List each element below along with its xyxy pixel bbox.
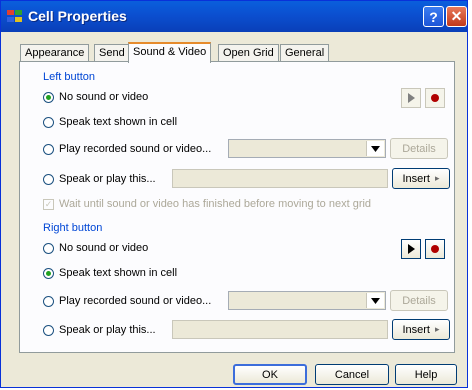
- radio-icon: [43, 143, 54, 155]
- radio-icon: [43, 324, 54, 336]
- arrow-right-icon: ▸: [434, 324, 440, 334]
- right-button-heading: Right button: [43, 222, 103, 234]
- left-radio-speak-play[interactable]: Speak or play this...: [43, 173, 156, 185]
- right-radio-speak-play[interactable]: Speak or play this...: [43, 324, 156, 336]
- close-title-button[interactable]: ✕: [446, 6, 467, 27]
- checkbox-checked-icon: ✓: [43, 198, 54, 210]
- left-radio-no-sound[interactable]: No sound or video: [43, 91, 148, 103]
- radio-icon: [43, 242, 54, 254]
- left-radio-play-recorded[interactable]: Play recorded sound or video...: [43, 143, 211, 155]
- right-details-button[interactable]: Details: [390, 290, 448, 311]
- radio-selected-icon: [43, 267, 54, 279]
- app-grid-icon: [7, 10, 23, 23]
- right-record-button[interactable]: [425, 239, 445, 259]
- tab-sound-video[interactable]: Sound & Video: [128, 42, 212, 63]
- right-play-button[interactable]: [401, 239, 421, 259]
- left-insert-button[interactable]: Insert ▸: [392, 168, 450, 189]
- left-speak-input[interactable]: [172, 169, 388, 188]
- left-button-heading: Left button: [43, 71, 95, 83]
- right-radio-speak-text[interactable]: Speak text shown in cell: [43, 267, 177, 279]
- right-insert-button[interactable]: Insert ▸: [392, 319, 450, 340]
- left-details-button[interactable]: Details: [390, 138, 448, 159]
- title-bar[interactable]: Cell Properties ? ✕: [1, 1, 467, 32]
- right-radio-no-sound[interactable]: No sound or video: [43, 242, 148, 254]
- tab-appearance[interactable]: Appearance: [20, 44, 90, 62]
- play-icon: [407, 93, 415, 103]
- radio-icon: [43, 295, 54, 307]
- play-icon: [407, 244, 415, 254]
- window-title: Cell Properties: [28, 8, 127, 24]
- right-speak-input[interactable]: [172, 320, 388, 339]
- radio-selected-icon: [43, 91, 54, 103]
- record-icon: [431, 245, 439, 253]
- chevron-down-icon[interactable]: [366, 141, 384, 156]
- tab-panel: Left button No sound or video Speak text…: [19, 61, 455, 353]
- left-radio-speak-text[interactable]: Speak text shown in cell: [43, 116, 177, 128]
- radio-icon: [43, 173, 54, 185]
- tab-general[interactable]: General: [280, 44, 330, 62]
- ok-button[interactable]: OK: [233, 364, 307, 385]
- right-radio-play-recorded[interactable]: Play recorded sound or video...: [43, 295, 211, 307]
- question-icon: ?: [429, 8, 438, 25]
- left-play-button[interactable]: [401, 88, 421, 108]
- tab-send[interactable]: Send: [94, 44, 130, 62]
- help-title-button[interactable]: ?: [423, 6, 444, 27]
- help-button[interactable]: Help: [395, 364, 457, 385]
- close-icon: ✕: [450, 8, 463, 24]
- tab-open-grid[interactable]: Open Grid: [218, 44, 279, 62]
- arrow-right-icon: ▸: [434, 173, 440, 183]
- cancel-button[interactable]: Cancel: [315, 364, 389, 385]
- left-recorded-combo[interactable]: [228, 139, 386, 158]
- record-icon: [431, 94, 439, 102]
- right-recorded-combo[interactable]: [228, 291, 386, 310]
- dialog-window: Cell Properties ? ✕ Appearance Send Soun…: [0, 0, 468, 388]
- left-wait-checkbox[interactable]: ✓ Wait until sound or video has finished…: [43, 198, 371, 210]
- radio-icon: [43, 116, 54, 128]
- chevron-down-icon[interactable]: [366, 293, 384, 308]
- left-record-button[interactable]: [425, 88, 445, 108]
